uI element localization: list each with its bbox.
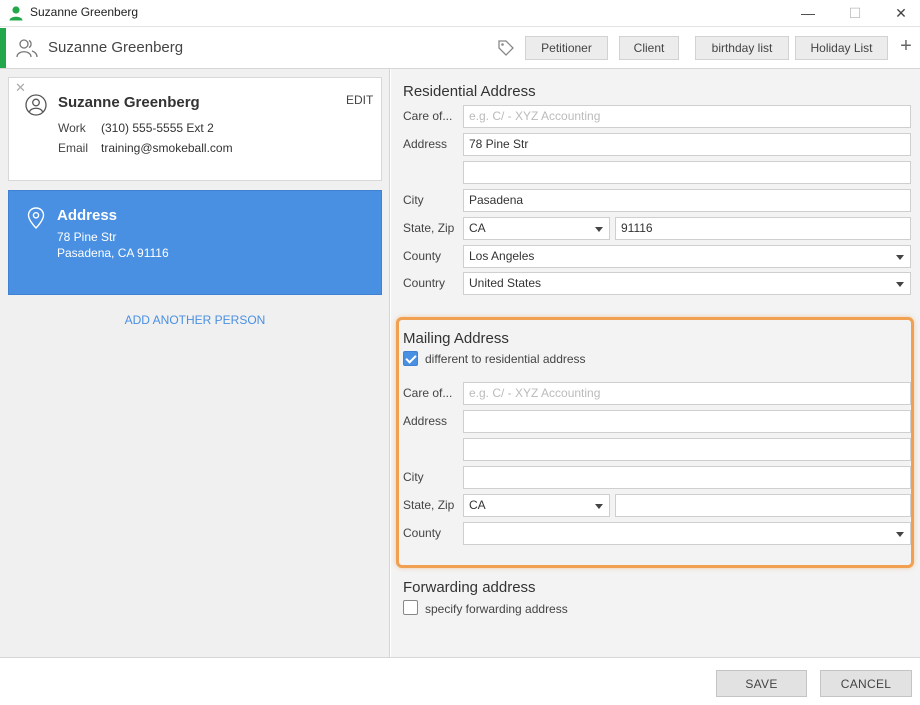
- residential-address-title: Residential Address: [403, 83, 536, 100]
- residential-state-select[interactable]: CA: [463, 217, 610, 240]
- mailing-address-line2-input[interactable]: [463, 438, 911, 461]
- residential-country-select[interactable]: United States: [463, 272, 911, 295]
- chevron-down-icon: [595, 504, 603, 509]
- forwarding-address-checkbox[interactable]: [403, 600, 418, 615]
- different-address-checkbox[interactable]: [403, 351, 418, 366]
- add-another-person-link[interactable]: ADD ANOTHER PERSON: [0, 313, 390, 327]
- address-card-title: Address: [57, 207, 118, 224]
- mailing-city-input[interactable]: [463, 466, 911, 489]
- residential-zip-input[interactable]: 91116: [615, 217, 911, 240]
- tag-client[interactable]: Client: [619, 36, 679, 60]
- location-pin-icon: [27, 207, 45, 229]
- mailing-address-section: Mailing Address different to residential…: [396, 317, 914, 568]
- tag-petitioner[interactable]: Petitioner: [525, 36, 608, 60]
- residential-address-label: Address: [403, 137, 448, 151]
- mailing-address-label: Address: [403, 414, 448, 428]
- residential-address-line1-input[interactable]: 78 Pine Str: [463, 133, 911, 156]
- mailing-state-zip-label: State, Zip: [403, 498, 455, 512]
- close-button[interactable]: ✕: [878, 0, 920, 26]
- mailing-care-of-label: Care of...: [403, 386, 453, 400]
- contact-card[interactable]: ✕ Suzanne Greenberg EDIT Work (310) 555-…: [8, 77, 382, 181]
- residential-state-value: CA: [469, 221, 486, 235]
- mailing-state-select[interactable]: CA: [463, 494, 610, 517]
- mailing-city-label: City: [403, 470, 424, 484]
- window-title: Suzanne Greenberg: [30, 5, 139, 19]
- residential-county-value: Los Angeles: [469, 249, 535, 263]
- mailing-care-of-input[interactable]: e.g. C/ - XYZ Accounting: [463, 382, 911, 405]
- chevron-down-icon: [896, 532, 904, 537]
- accent-bar: [0, 28, 6, 68]
- mailing-zip-input[interactable]: [615, 494, 911, 517]
- edit-button[interactable]: EDIT: [346, 93, 373, 107]
- mailing-county-label: County: [403, 526, 442, 540]
- residential-state-zip-label: State, Zip: [403, 221, 455, 235]
- people-icon: [16, 39, 38, 58]
- work-label: Work: [58, 121, 86, 135]
- header-contact-name: Suzanne Greenberg: [48, 39, 184, 56]
- maximize-button[interactable]: ☐: [832, 0, 878, 26]
- forwarding-address-title: Forwarding address: [403, 579, 536, 596]
- minimize-button[interactable]: —: [785, 0, 831, 26]
- address-card[interactable]: Address 78 Pine Str Pasadena, CA 91116: [8, 190, 382, 295]
- chevron-down-icon: [896, 255, 904, 260]
- residential-address-line2-input[interactable]: [463, 161, 911, 184]
- person-app-icon: [9, 6, 23, 21]
- chevron-down-icon: [595, 227, 603, 232]
- residential-care-of-input[interactable]: e.g. C/ - XYZ Accounting: [463, 105, 911, 128]
- contact-name: Suzanne Greenberg: [58, 94, 200, 111]
- tag-icon[interactable]: [497, 39, 515, 57]
- contact-header: Suzanne Greenberg Petitioner Client birt…: [0, 28, 920, 69]
- residential-city-label: City: [403, 193, 424, 207]
- work-phone: (310) 555-5555 Ext 2: [101, 121, 214, 135]
- residential-city-input[interactable]: Pasadena: [463, 189, 911, 212]
- address-line-1: 78 Pine Str: [57, 230, 117, 244]
- mailing-county-select[interactable]: [463, 522, 911, 545]
- residential-county-select[interactable]: Los Angeles: [463, 245, 911, 268]
- residential-country-label: Country: [403, 276, 446, 290]
- email-address: training@smokeball.com: [101, 141, 233, 155]
- residential-care-of-label: Care of...: [403, 109, 453, 123]
- tag-holiday-list[interactable]: Holiday List: [795, 36, 888, 60]
- left-panel: ✕ Suzanne Greenberg EDIT Work (310) 555-…: [0, 69, 390, 657]
- save-button[interactable]: SAVE: [716, 670, 807, 697]
- forwarding-address-label: specify forwarding address: [425, 602, 568, 616]
- person-icon: [25, 94, 47, 116]
- cancel-button[interactable]: CANCEL: [820, 670, 912, 697]
- address-form: Residential Address Care of... e.g. C/ -…: [391, 69, 920, 657]
- add-tag-button[interactable]: +: [896, 36, 916, 58]
- chevron-down-icon: [896, 282, 904, 287]
- different-address-label: different to residential address: [425, 352, 586, 366]
- mailing-address-title: Mailing Address: [403, 330, 509, 347]
- residential-country-value: United States: [469, 276, 542, 290]
- address-line-2: Pasadena, CA 91116: [57, 246, 169, 260]
- mailing-address-line1-input[interactable]: [463, 410, 911, 433]
- footer-bar: SAVE CANCEL: [0, 657, 920, 705]
- residential-county-label: County: [403, 249, 442, 263]
- title-bar: Suzanne Greenberg — ☐ ✕: [0, 0, 920, 27]
- tag-birthday-list[interactable]: birthday list: [695, 36, 789, 60]
- email-label: Email: [58, 141, 89, 155]
- mailing-state-value: CA: [469, 498, 486, 512]
